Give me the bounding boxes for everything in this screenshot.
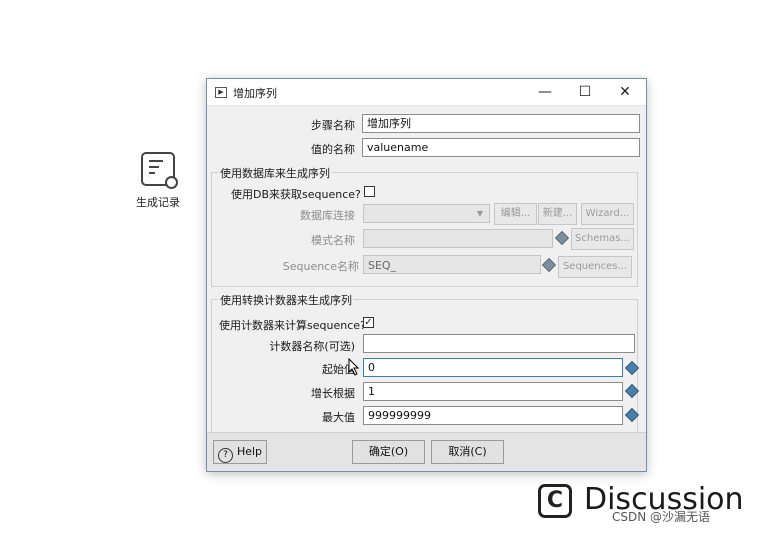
chevron-down-icon: ▼ <box>476 209 484 218</box>
counter-name-label: 计数器名称(可选) <box>269 340 355 353</box>
sequence-name-label: Sequence名称 <box>282 260 359 273</box>
new-connection-button[interactable]: 新建... <box>538 203 577 225</box>
connection-label: 数据库连接 <box>300 209 355 222</box>
max-value-input[interactable] <box>363 406 623 425</box>
use-db-label: 使用DB来获取sequence? <box>231 188 361 201</box>
start-value-input[interactable] <box>363 358 623 377</box>
cancel-button[interactable]: 取消(C) <box>431 440 504 464</box>
help-label: Help <box>236 445 263 458</box>
sequences-button[interactable]: Sequences... <box>558 256 632 278</box>
increment-input[interactable] <box>363 382 623 401</box>
use-db-checkbox[interactable] <box>364 186 375 197</box>
step-record-icon <box>141 152 178 189</box>
dialog-title: 增加序列 <box>233 87 277 100</box>
schema-input[interactable] <box>363 229 553 248</box>
ok-button[interactable]: 确定(O) <box>352 440 425 464</box>
mouse-cursor-icon <box>348 358 360 376</box>
sequence-name-input[interactable]: SEQ_ <box>363 255 541 274</box>
schema-label: 模式名称 <box>311 234 355 247</box>
help-button[interactable]: ? Help <box>213 440 267 464</box>
use-counter-label: 使用计数器来计算sequence? <box>219 319 366 332</box>
step-name-input[interactable] <box>362 114 640 133</box>
step-node-generate-records[interactable]: 生成记录 <box>128 152 188 210</box>
counter-group-title: 使用转换计数器来生成序列 <box>218 292 354 308</box>
db-group-title: 使用数据库来生成序列 <box>218 165 332 181</box>
help-icon: ? <box>217 448 233 463</box>
discussion-logo-icon: C <box>538 484 572 518</box>
minimize-icon[interactable]: — <box>525 79 565 105</box>
close-icon[interactable]: ✕ <box>605 79 645 105</box>
csdn-credit: CSDN @沙漏无语 <box>612 510 711 524</box>
connection-select[interactable]: ▼ <box>363 204 490 223</box>
start-value-label: 起始值 <box>322 363 355 376</box>
edit-connection-button[interactable]: 编辑... <box>494 203 537 225</box>
maximize-icon[interactable]: ☐ <box>565 79 605 105</box>
schemas-button[interactable]: Schemas... <box>571 228 634 250</box>
counter-name-input[interactable] <box>363 334 635 353</box>
step-name-label: 步骤名称 <box>311 119 355 132</box>
use-counter-checkbox[interactable]: ✓ <box>363 317 374 328</box>
increment-label: 增长根据 <box>311 387 355 400</box>
window-icon: ▶ <box>215 87 227 98</box>
value-name-input[interactable] <box>362 138 640 157</box>
add-sequence-dialog: ▶ 增加序列 — ☐ ✕ 步骤名称 值的名称 使用数据库来生成序列 使用DB来获… <box>206 78 647 472</box>
step-label: 生成记录 <box>136 196 180 209</box>
wizard-button[interactable]: Wizard... <box>581 203 634 225</box>
button-bar: ? Help 确定(O) 取消(C) <box>207 432 646 471</box>
value-name-label: 值的名称 <box>311 143 355 156</box>
title-bar: ▶ 增加序列 — ☐ ✕ <box>207 79 646 106</box>
max-value-label: 最大值 <box>322 411 355 424</box>
